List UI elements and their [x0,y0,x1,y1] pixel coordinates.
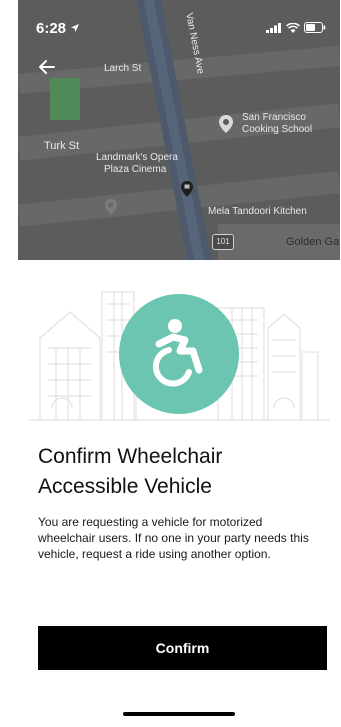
phone-frame: Larch St Van Ness Ave Turk St Golden Gat… [0,0,341,727]
wheelchair-accessible-icon [152,319,203,387]
poi-label-line2: Cooking School [242,124,313,135]
request-description: You are requesting a vehicle for motoriz… [38,515,309,561]
location-arrow-icon [71,24,79,32]
battery-icon [304,22,326,33]
poi-label-line2: Plaza Cinema [104,164,167,175]
highway-shield-label: 101 [216,237,230,246]
map-view[interactable]: Larch St Van Ness Ave Turk St Golden Gat… [18,0,340,260]
poi-label-line1: Landmark's Opera [96,152,178,163]
hero-illustration [18,268,340,436]
status-icons [266,22,326,33]
confirm-button[interactable]: Confirm [38,626,327,670]
map-pin-icon [219,115,233,133]
map-pin-icon[interactable]: P [104,198,118,216]
street-label-turk: Turk St [44,140,80,152]
svg-text:P: P [109,203,114,210]
back-button[interactable] [34,54,60,80]
poi-label-restaurant: Mela Tandoori Kitchen [208,206,307,217]
poi-label-line1: San Francisco [242,112,306,123]
street-label-golden-gate: Golden Gat [286,236,340,248]
status-time: 6:28 [36,20,67,37]
page-title: Confirm Wheelchair Accessible Vehicle [38,442,318,502]
confirmation-sheet: Confirm Wheelchair Accessible Vehicle Yo… [18,260,340,727]
back-arrow-icon [39,60,55,74]
phone-screen: Larch St Van Ness Ave Turk St Golden Gat… [18,0,340,727]
cellular-signal-icon [266,22,281,33]
highway-shield: 101 [212,234,234,250]
home-indicator [123,712,235,716]
status-bar: 6:28 [18,0,340,40]
wifi-icon [286,22,300,33]
page-title-line2: Accessible Vehicle [38,475,212,498]
street-label-larch: Larch St [104,63,142,74]
map-pin-icon [181,181,193,197]
page-title-line1: Confirm Wheelchair [38,445,223,468]
